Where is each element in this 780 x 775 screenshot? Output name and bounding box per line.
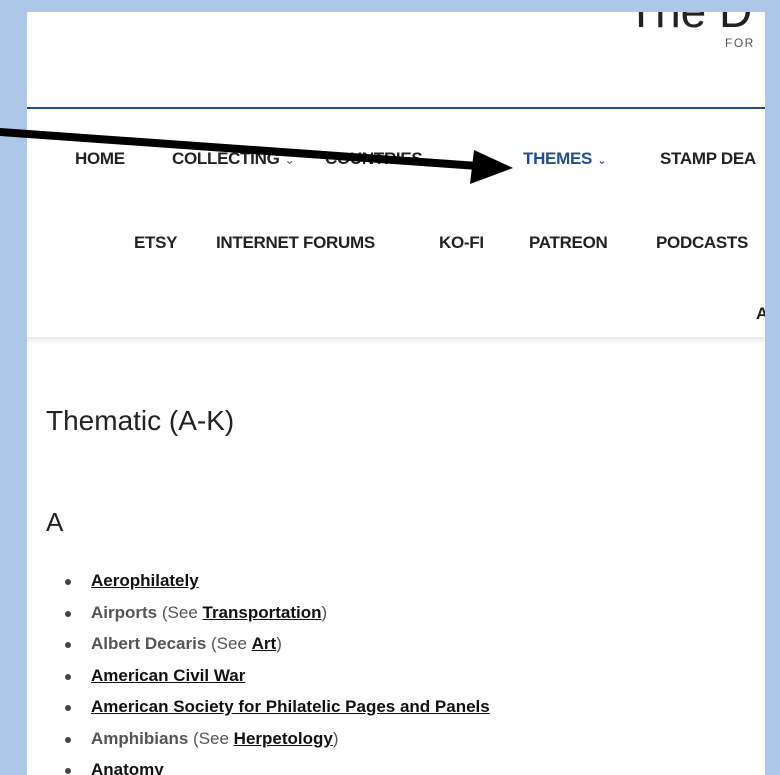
nav-item-internet-forums[interactable]: INTERNET FORUMS (216, 233, 375, 253)
list-item: Amphibians (See Herpetology) (65, 723, 490, 755)
nav-item-ko-fi[interactable]: KO-FI (439, 233, 484, 253)
theme-name: Airports (91, 602, 158, 622)
see-suffix: ) (276, 634, 282, 653)
theme-link[interactable]: Aerophilately (91, 571, 199, 590)
nav-item-stamp-dealers[interactable]: STAMP DEA (660, 149, 756, 169)
web-page: The D FOR HOME COLLECTING ⌄ COUNTRIES ⌄ TH… (27, 12, 765, 775)
nav-item-label: HOME (75, 149, 125, 168)
see-prefix: (See (161, 602, 203, 622)
nav-shadow (27, 337, 765, 345)
nav-item-label: THEMES (523, 149, 593, 168)
nav-item-truncated[interactable]: A (756, 304, 765, 324)
chevron-down-icon: ⌄ (284, 153, 295, 167)
site-tagline: FOR (725, 36, 755, 50)
header-divider (27, 107, 765, 109)
nav-item-podcasts[interactable]: PODCASTS (656, 233, 748, 253)
nav-item-countries[interactable]: COUNTRIES ⌄ (325, 149, 437, 169)
site-title[interactable]: The D (627, 12, 752, 38)
section-heading-a: A (46, 507, 64, 537)
theme-link[interactable]: Herpetology (234, 729, 333, 748)
list-item: Airports (See Transportation) (65, 597, 490, 629)
nav-item-themes[interactable]: THEMES ⌄ (523, 149, 607, 169)
nav-item-home[interactable]: HOME (75, 149, 125, 169)
list-item: American Civil War (65, 660, 490, 692)
nav-item-label: COUNTRIES (325, 149, 423, 168)
theme-link[interactable]: American Society for Philatelic Pages an… (91, 697, 490, 716)
see-suffix: ) (321, 602, 328, 622)
theme-link[interactable]: Anatomy (91, 760, 164, 775)
theme-link[interactable]: Art (252, 634, 277, 653)
page-title: Thematic (A-K) (46, 405, 235, 436)
list-item: American Society for Philatelic Pages an… (65, 691, 490, 723)
theme-link[interactable]: American Civil War (91, 666, 245, 685)
theme-list: Aerophilately Airports (See Transportati… (65, 565, 490, 775)
see-suffix: ) (332, 728, 339, 748)
nav-item-collecting[interactable]: COLLECTING ⌄ (172, 149, 295, 169)
chevron-down-icon: ⌄ (427, 153, 438, 167)
theme-name: Albert Decaris (91, 634, 207, 653)
list-item: Aerophilately (65, 565, 490, 597)
nav-item-label: STAMP DEA (660, 149, 756, 168)
nav-item-label: COLLECTING (172, 149, 280, 168)
list-item: Anatomy (65, 754, 490, 775)
nav-item-patreon[interactable]: PATREON (529, 233, 608, 253)
nav-item-etsy[interactable]: ETSY (134, 233, 178, 253)
see-prefix: (See (211, 634, 252, 653)
see-prefix: (See (193, 728, 234, 748)
list-item: Albert Decaris (See Art) (65, 628, 490, 660)
theme-name: Amphibians (91, 728, 189, 748)
chevron-down-icon: ⌄ (597, 153, 607, 167)
theme-link[interactable]: Transportation (203, 603, 322, 622)
